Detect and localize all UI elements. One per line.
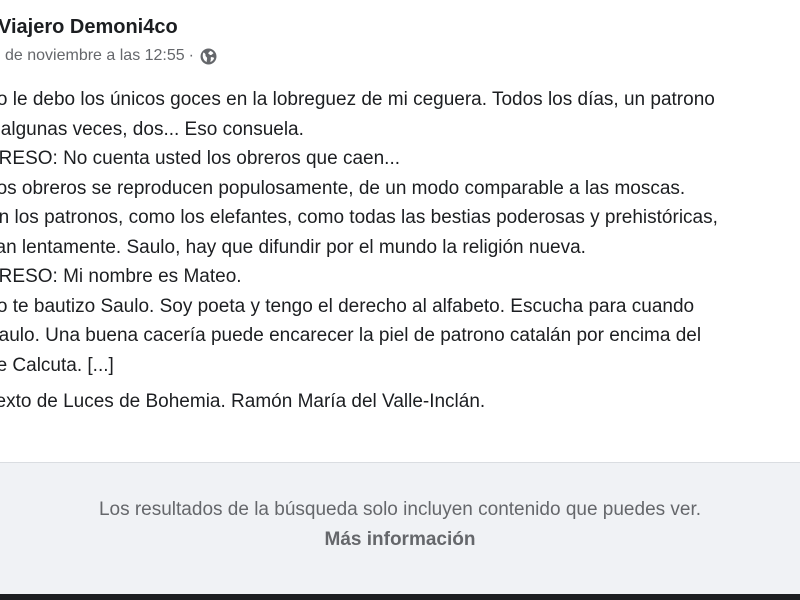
post-text-line: En los patronos, como los elefantes, com… — [0, 207, 718, 228]
post-text-line: PRESO: No cuenta usted los obreros que c… — [0, 148, 401, 169]
post-meta: de noviembre a las 12:55 · — [5, 47, 217, 65]
post-text-line: y algunas veces, dos... Eso consuela. — [0, 118, 304, 140]
post-text-line: PRESO: Mi nombre es Mateo. — [0, 266, 242, 287]
post-timestamp[interactable]: de noviembre a las 12:55 — [5, 47, 185, 65]
post-text-line: Saulo. Una buena cacería puede encarecer… — [0, 325, 702, 346]
post-author-name[interactable]: Viajero Demoni4co — [0, 16, 178, 39]
post-source-line: Texto de Luces de Bohemia. Ramón María d… — [0, 391, 486, 412]
post-text-line: van lentamente. Saulo, hay que difundir … — [0, 236, 586, 258]
post-card: Viajero Demoni4co de noviembre a las 12:… — [0, 0, 800, 462]
search-results-note: Los resultados de la búsqueda solo inclu… — [98, 499, 702, 520]
meta-separator: · — [188, 47, 194, 64]
window-bottom-edge — [0, 594, 800, 600]
post-body: Yo le debo los únicos goces en la lobreg… — [0, 85, 800, 417]
more-info-link[interactable]: Más información — [0, 529, 800, 551]
page: Viajero Demoni4co de noviembre a las 12:… — [0, 0, 800, 600]
post-text-line: Yo le debo los únicos goces en la lobreg… — [0, 89, 715, 110]
globe-icon[interactable] — [200, 48, 217, 65]
post-text-line: Los obreros se reproducen populosamente,… — [0, 177, 686, 199]
post-text-line: Yo te bautizo Saulo. Soy poeta y tengo e… — [0, 295, 695, 317]
search-results-footer: Los resultados de la búsqueda solo inclu… — [0, 462, 800, 595]
post-text-line: de Calcuta. [...] — [0, 354, 114, 376]
